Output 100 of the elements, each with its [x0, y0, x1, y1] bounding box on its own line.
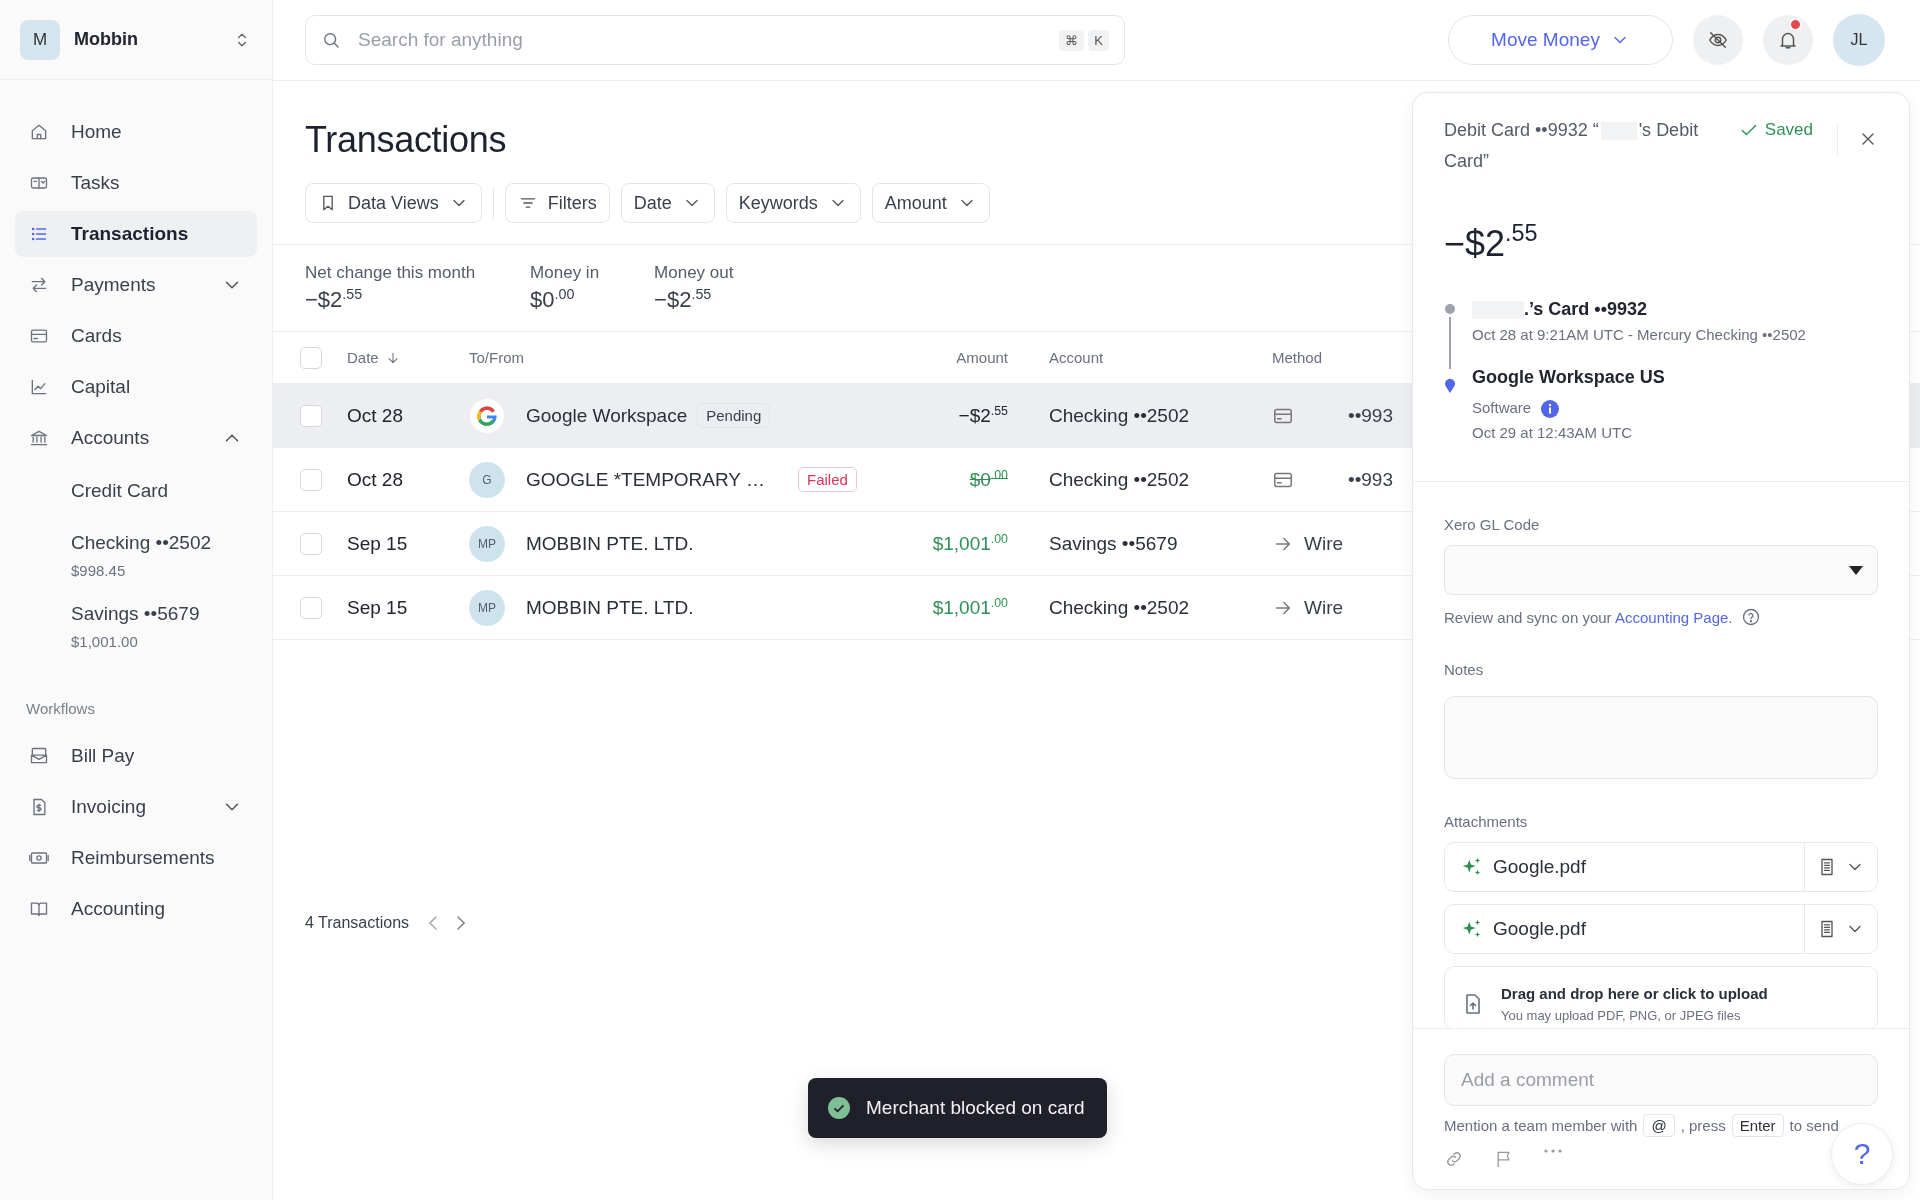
summary-label: Money out: [654, 263, 734, 283]
column-header[interactable]: Amount: [956, 349, 1008, 366]
nav-item[interactable]: Accounts: [15, 415, 257, 461]
logo-icon: [469, 397, 505, 434]
workspace-name: Mobbin: [74, 29, 138, 50]
filter-button[interactable]: Filters: [504, 183, 610, 223]
row-checkbox[interactable]: [300, 532, 322, 555]
amount-text: $0$^{.00}$: [969, 468, 1008, 491]
bank-icon: [29, 428, 49, 448]
source-name: .’s Card ••9932: [1472, 299, 1806, 320]
row-checkbox[interactable]: [300, 468, 322, 491]
more-icon: [1544, 1149, 1562, 1153]
attachment-item[interactable]: Google.pdf: [1444, 842, 1878, 892]
merchant-name: MOBBIN PTE. LTD.: [526, 596, 694, 619]
sparkle-icon: [1461, 856, 1483, 878]
nav-item[interactable]: Capital: [15, 364, 257, 410]
status-badge: Pending: [697, 403, 771, 428]
user-avatar[interactable]: JL: [1833, 14, 1885, 66]
account-item[interactable]: Savings ••5679 $1,001.00: [15, 595, 257, 658]
account-cell-text: Checking ••2502: [1048, 596, 1191, 619]
saved-status: Saved: [1764, 120, 1814, 140]
summary-value: $0$^{.00}$: [530, 287, 576, 313]
help-icon: [1740, 607, 1761, 627]
merchant-name: MOBBIN PTE. LTD.: [526, 532, 694, 555]
filter-button[interactable]: Keywords: [725, 183, 861, 223]
workspace-logo: M: [20, 19, 60, 60]
summary-label: Money in: [530, 263, 600, 283]
page-title: Transactions: [305, 119, 507, 161]
category-label: Software: [1472, 398, 1532, 416]
filter-button[interactable]: Date: [620, 183, 715, 223]
move-money-button[interactable]: Move Money: [1448, 15, 1673, 65]
hide-balance-button[interactable]: [1693, 15, 1743, 65]
summary-value: −$2$^{.55}$: [305, 287, 364, 313]
search-icon: [321, 30, 341, 50]
notifications-button[interactable]: [1763, 15, 1813, 65]
account-cell-text: Checking ••2502: [1048, 468, 1191, 491]
account-item[interactable]: Credit Card: [15, 466, 257, 516]
nav-item[interactable]: Invoicing: [15, 784, 257, 830]
nav-item[interactable]: Bill Pay: [15, 733, 257, 779]
key-cap: Enter: [1731, 1114, 1784, 1137]
amount-text: $1,001$^{.00}$: [932, 532, 1008, 555]
column-header[interactable]: Account: [1049, 349, 1104, 366]
nav-item[interactable]: Cards: [15, 313, 257, 359]
summary-value: −$2$^{.55}$: [654, 287, 713, 313]
nav-item[interactable]: Reimbursements: [15, 835, 257, 881]
nav-item[interactable]: Tasks: [15, 160, 257, 206]
hint-text: Mention a team member with: [1444, 1117, 1638, 1134]
toast-message: Merchant blocked on card: [866, 1097, 1085, 1119]
field-label: Notes: [1444, 661, 1485, 678]
info-icon[interactable]: [1541, 400, 1560, 418]
column-header[interactable]: Method: [1272, 349, 1323, 366]
accounting-page-link[interactable]: Accounting Page: [1614, 608, 1729, 626]
account-item[interactable]: Checking ••2502 $998.45: [15, 524, 257, 587]
swap-icon: [29, 275, 49, 295]
date-cell-text: Oct 28: [347, 468, 404, 491]
column-header[interactable]: To/From: [469, 349, 524, 366]
merchant-name: GOOGLE *TEMPORARY …: [526, 468, 765, 491]
hint-text: , press: [1680, 1117, 1726, 1134]
nav-item[interactable]: Accounting: [15, 886, 257, 932]
file-name: Google.pdf: [1493, 856, 1587, 878]
avatar: MP: [469, 525, 505, 562]
envelope-icon: [29, 746, 49, 766]
nav-item[interactable]: Home: [15, 109, 257, 155]
eye-off-icon: [1707, 29, 1729, 51]
method-text: Wire: [1304, 596, 1344, 619]
date-cell-text: Oct 28: [347, 404, 404, 427]
next-page-button[interactable]: [457, 916, 466, 930]
link-button[interactable]: [1444, 1149, 1464, 1169]
comment-field[interactable]: Add a comment: [1444, 1054, 1878, 1106]
previous-page-button[interactable]: [429, 916, 438, 930]
select-all-checkbox[interactable]: [300, 346, 322, 369]
transaction-count: 4 Transactions: [305, 914, 410, 932]
chart-icon: [29, 377, 49, 397]
notes-field[interactable]: [1444, 696, 1878, 779]
filter-button[interactable]: Amount: [871, 183, 990, 223]
card-number: ••993: [1348, 468, 1393, 491]
amount-text: −$2$^{.55}$: [958, 404, 1008, 427]
column-header[interactable]: Date: [347, 349, 401, 366]
summary-label: Net change this month: [305, 263, 476, 283]
shortcut-key: ⌘: [1059, 30, 1085, 51]
attachment-item[interactable]: Google.pdf: [1444, 904, 1878, 954]
nav-item[interactable]: Transactions: [15, 211, 257, 257]
row-checkbox[interactable]: [300, 596, 322, 619]
help-text: Review and sync on your Accounting Page.: [1444, 608, 1733, 626]
success-icon: [828, 1097, 850, 1119]
status-badge: Failed: [797, 467, 857, 492]
detail-amount: −$2$^{.55}$: [1444, 223, 1539, 265]
row-checkbox[interactable]: [300, 404, 322, 427]
shortcut-key: K: [1088, 30, 1109, 51]
filter-button[interactable]: Data Views: [305, 183, 482, 223]
merchant-time: Oct 29 at 12:43AM UTC: [1472, 424, 1634, 441]
date-cell-text: Sep 15: [347, 532, 409, 555]
account-cell-text: Checking ••2502: [1048, 404, 1191, 427]
avatar: MP: [469, 589, 505, 626]
account-cell-text: Savings ••5679: [1048, 532, 1179, 555]
nav-item[interactable]: Payments: [15, 262, 257, 308]
sparkle-icon: [1461, 918, 1483, 940]
key-cap: @: [1643, 1114, 1675, 1137]
source-detail: Oct 28 at 9:21AM UTC - Mercury Checking ••2502: [1472, 326, 1806, 343]
amount-text: $1,001$^{.00}$: [932, 596, 1008, 619]
